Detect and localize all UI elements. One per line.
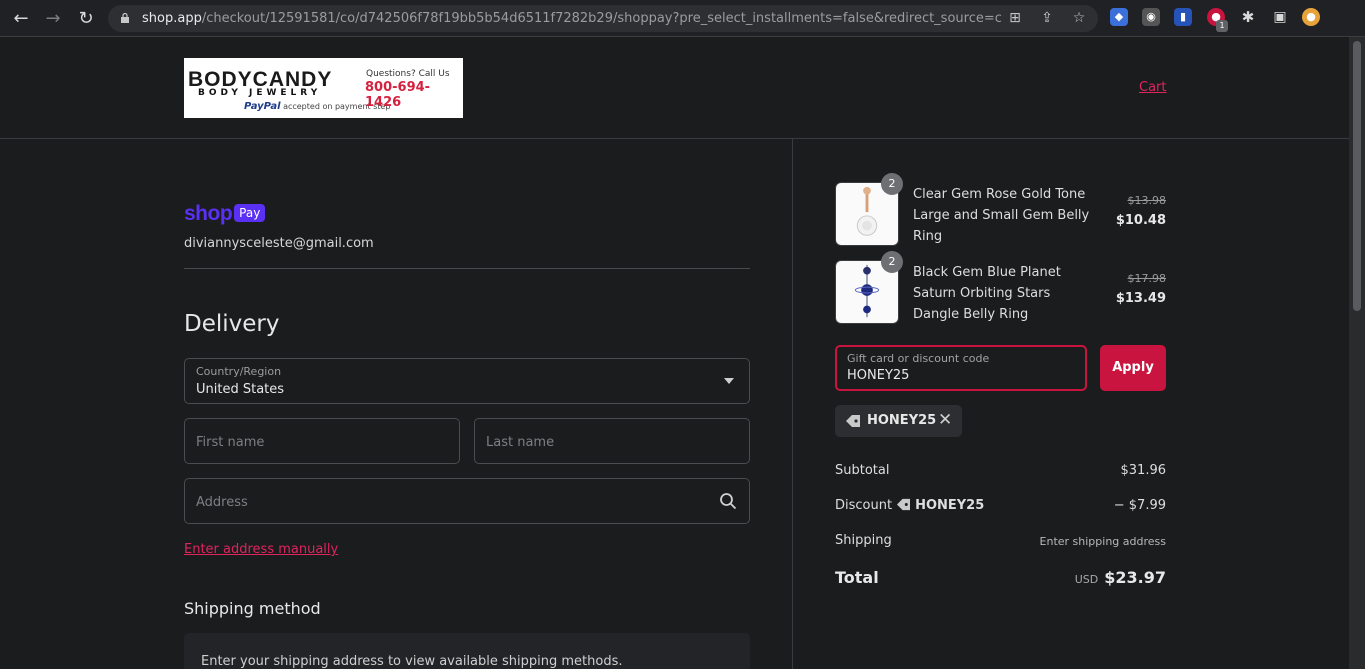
- shop-pay-logo: shop Pay: [184, 202, 266, 226]
- column-divider: [792, 139, 793, 669]
- address-field[interactable]: Address: [184, 478, 750, 524]
- discount-label: Discount: [835, 498, 893, 513]
- total-value: $23.97: [1104, 568, 1166, 587]
- tag-icon: [897, 498, 911, 511]
- account-email: diviannysceleste@gmail.com: [184, 236, 374, 251]
- first-name-placeholder: First name: [196, 435, 265, 450]
- checkout-page: BODYCANDY BODY JEWELRY PayPal accepted o…: [0, 37, 1349, 669]
- forward-icon[interactable]: →: [41, 7, 65, 31]
- discount-code-value: HONEY25: [847, 368, 910, 383]
- order-item: 2 Clear Gem Rose Gold Tone Large and Sma…: [835, 173, 1167, 246]
- logo-subtitle: BODY JEWELRY: [198, 88, 322, 98]
- sidepanel-icon[interactable]: ▣: [1271, 8, 1289, 26]
- country-select[interactable]: Country/Region United States: [184, 358, 750, 404]
- last-name-field[interactable]: Last name: [474, 418, 750, 464]
- chevron-down-icon: [724, 378, 734, 384]
- star-icon[interactable]: ☆: [1070, 9, 1088, 27]
- total-amount: USD $23.97: [1040, 568, 1166, 587]
- subtotal-value: $31.96: [1120, 463, 1167, 478]
- product-name: Clear Gem Rose Gold Tone Large and Small…: [913, 187, 1090, 244]
- bitwarden-extension-icon[interactable]: ▮: [1174, 8, 1192, 26]
- spy-extension-icon[interactable]: ◉: [1142, 8, 1160, 26]
- quantity-badge: 2: [881, 173, 903, 195]
- shipping-row: Shipping Enter shipping address: [835, 533, 1166, 548]
- shipping-label: Shipping: [835, 533, 892, 548]
- url-path: /checkout/12591581/co/d742506f78f19bb5b5…: [201, 11, 1002, 26]
- shipping-value: Enter shipping address: [1039, 535, 1166, 548]
- extension-badge: 1: [1216, 20, 1228, 32]
- section-divider: [184, 268, 750, 269]
- page-scrollbar[interactable]: [1349, 37, 1365, 669]
- shop-word: shop: [184, 202, 233, 225]
- logo-question: Questions? Call Us: [366, 69, 450, 79]
- scrollbar-thumb[interactable]: [1353, 41, 1361, 311]
- shipping-method-heading: Shipping method: [184, 599, 321, 618]
- total-label: Total: [835, 568, 879, 587]
- last-name-placeholder: Last name: [486, 435, 555, 450]
- subtotal-label: Subtotal: [835, 463, 890, 478]
- discount-code-input[interactable]: Gift card or discount code HONEY25: [835, 345, 1087, 391]
- url-text: shop.app/checkout/12591581/co/d742506f78…: [142, 11, 1002, 26]
- address-bar[interactable]: shop.app/checkout/12591581/co/d742506f78…: [108, 5, 1098, 32]
- applied-discount-chip: HONEY25 ✕: [835, 405, 962, 437]
- browser-toolbar: ← → ↻ shop.app/checkout/12591581/co/d742…: [0, 0, 1365, 37]
- discount-code-label: Gift card or discount code: [847, 352, 990, 365]
- country-label: Country/Region: [196, 365, 282, 378]
- shipping-method-note: Enter your shipping address to view avai…: [201, 654, 623, 669]
- address-placeholder: Address: [196, 495, 248, 510]
- logo-phone: 800-694-1426: [365, 80, 431, 110]
- profile-avatar[interactable]: ●: [1302, 8, 1320, 26]
- sale-price: $13.49: [1115, 291, 1166, 306]
- original-price: $13.98: [1127, 194, 1167, 207]
- close-icon[interactable]: ✕: [938, 410, 952, 430]
- subtotal-row: Subtotal $31.96: [835, 463, 1166, 478]
- apply-button[interactable]: Apply: [1100, 345, 1166, 391]
- translate-icon[interactable]: ⊞: [1006, 9, 1024, 27]
- discount-row: Discount HONEY25 − $7.99: [835, 498, 1166, 513]
- discount-value: − $7.99: [1113, 498, 1166, 513]
- pay-word: Pay: [234, 204, 266, 222]
- shield-extension-icon[interactable]: ◆: [1110, 8, 1128, 26]
- product-name: Black Gem Blue Planet Saturn Orbiting St…: [913, 265, 1061, 322]
- country-value: United States: [196, 382, 285, 397]
- sale-price: $10.48: [1115, 213, 1166, 228]
- delivery-heading: Delivery: [184, 311, 280, 337]
- first-name-field[interactable]: First name: [184, 418, 460, 464]
- tag-icon: [846, 415, 860, 427]
- back-icon[interactable]: ←: [9, 7, 33, 31]
- order-item: 2 Black Gem Blue Planet Saturn Orbiting …: [835, 251, 1167, 324]
- store-logo[interactable]: BODYCANDY BODY JEWELRY PayPal accepted o…: [184, 58, 463, 118]
- original-price: $17.98: [1127, 272, 1167, 285]
- quantity-badge: 2: [881, 251, 903, 273]
- search-icon[interactable]: [719, 492, 737, 510]
- applied-discount-code: HONEY25: [867, 413, 937, 428]
- lock-icon: [121, 13, 129, 23]
- shipping-method-box: Enter your shipping address to view avai…: [184, 633, 750, 669]
- discount-code: HONEY25: [915, 498, 985, 513]
- enter-address-manually-link[interactable]: Enter address manually: [184, 542, 338, 557]
- cart-link[interactable]: Cart: [1139, 80, 1167, 95]
- reload-icon[interactable]: ↻: [74, 7, 98, 31]
- share-icon[interactable]: ⇪: [1038, 9, 1056, 27]
- logo-paypal: PayPal: [244, 101, 281, 112]
- store-header: BODYCANDY BODY JEWELRY PayPal accepted o…: [0, 37, 1349, 139]
- url-host: shop.app: [142, 11, 202, 26]
- currency-code: USD: [1074, 573, 1099, 586]
- extensions-icon[interactable]: ✱: [1239, 8, 1257, 26]
